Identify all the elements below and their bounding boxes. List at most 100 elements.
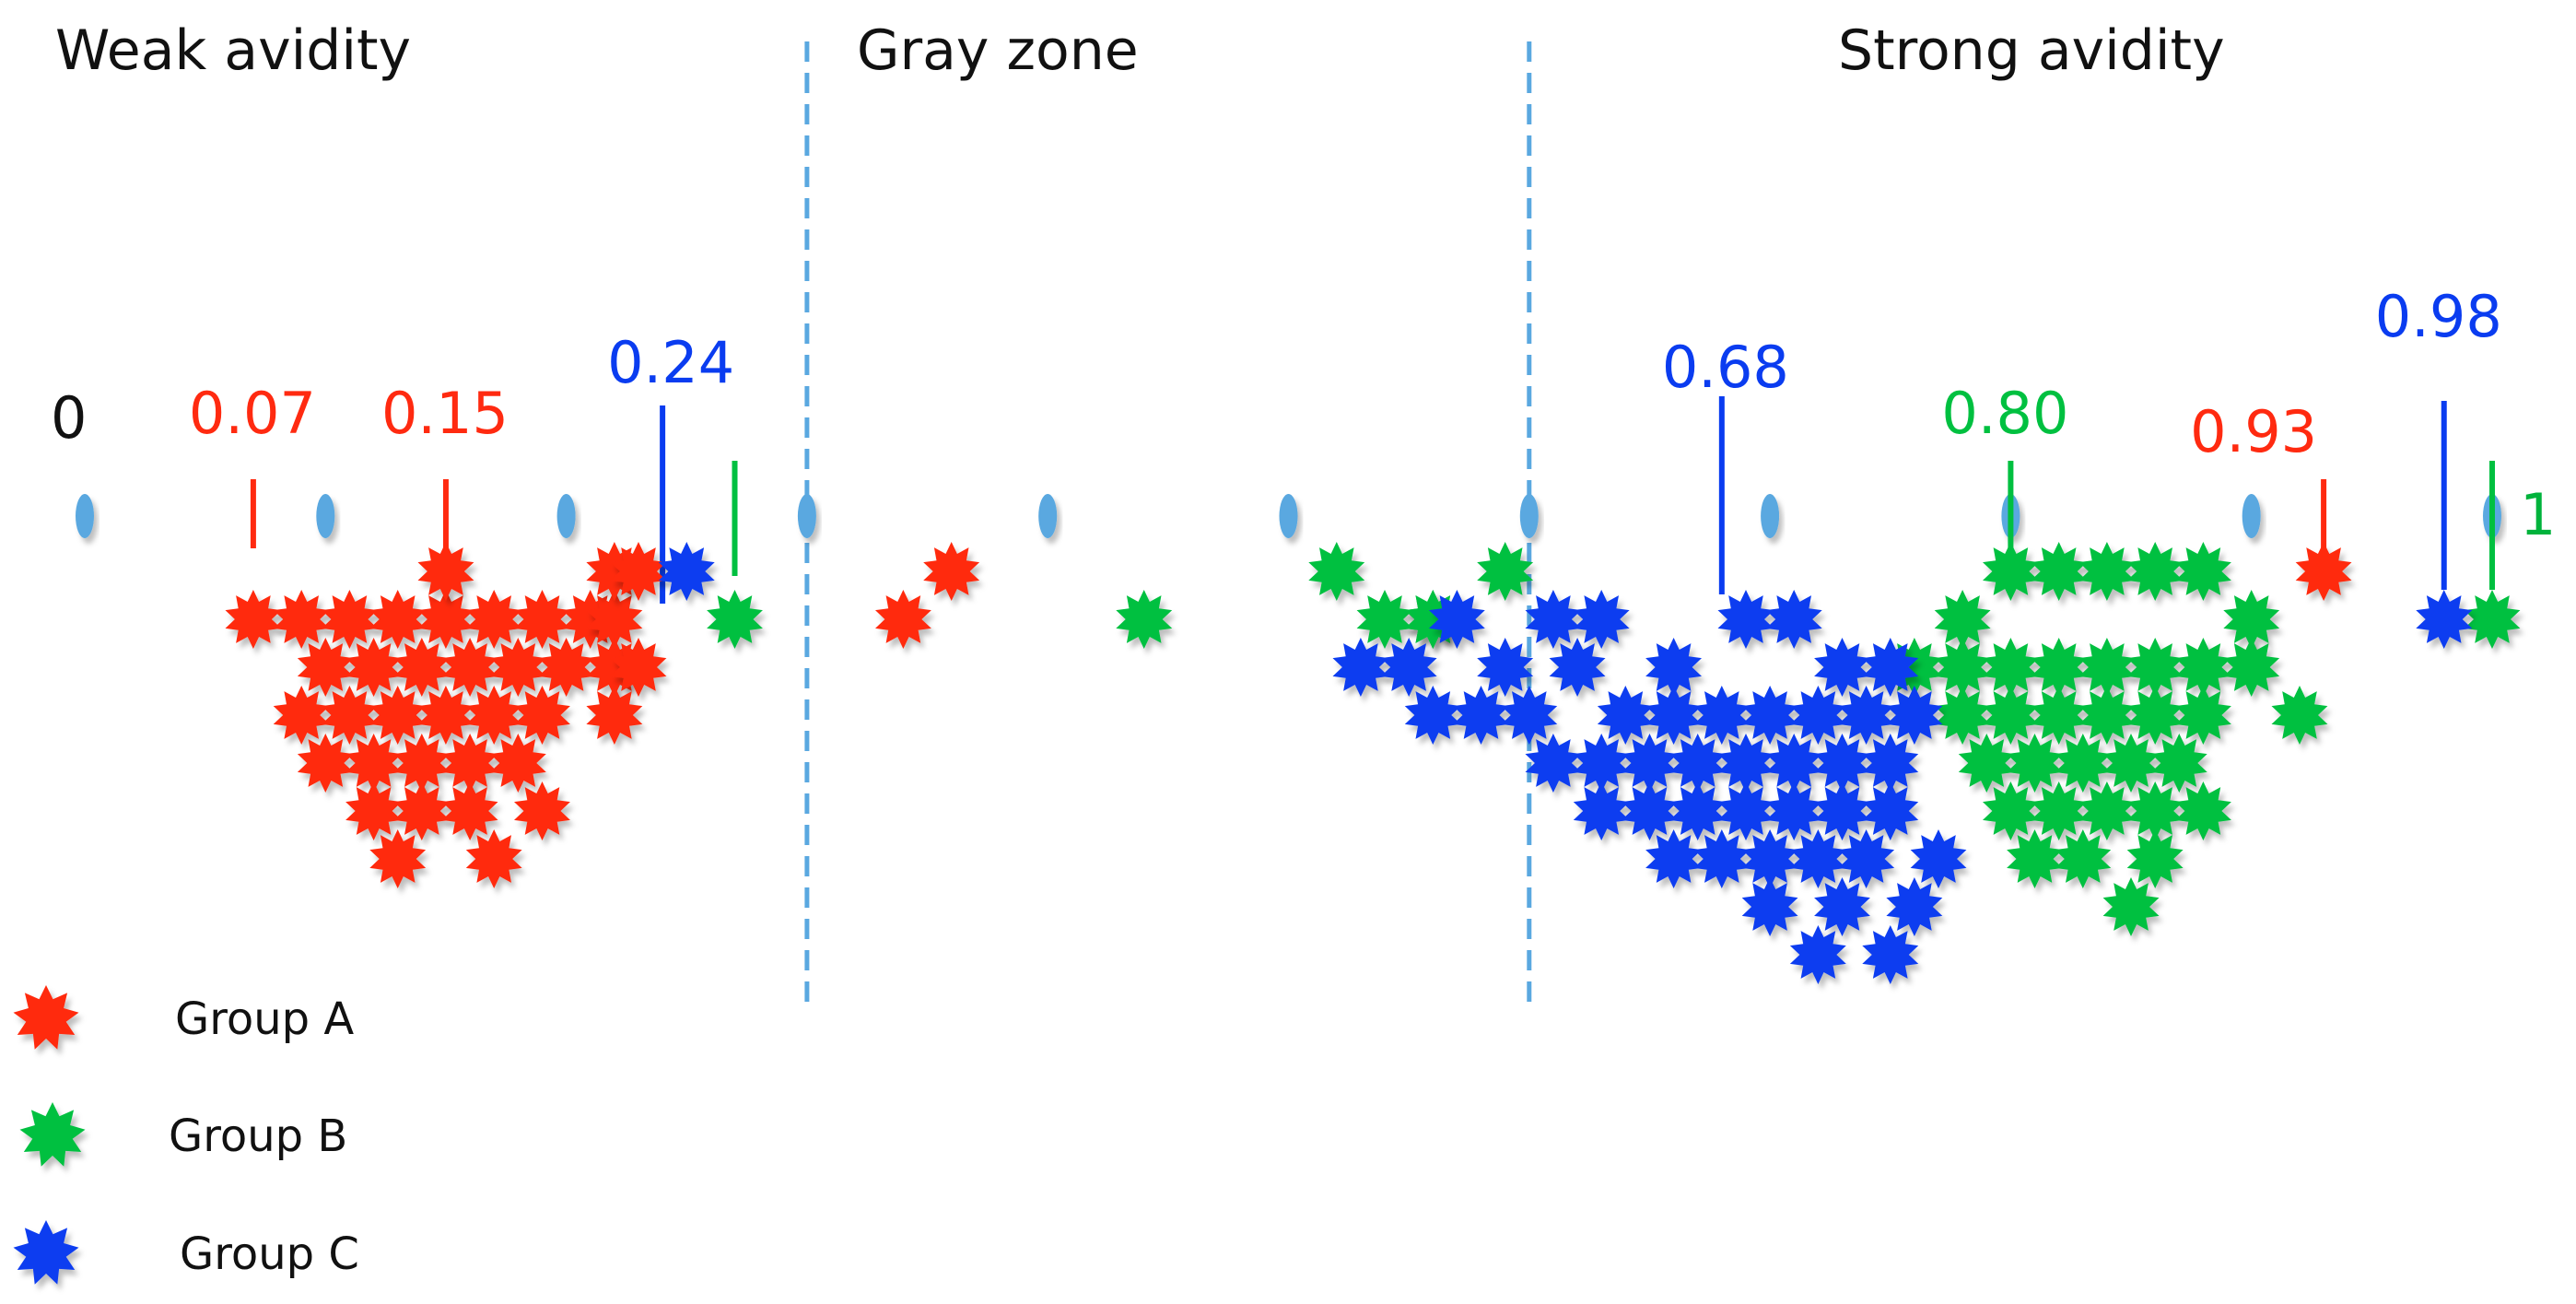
data-point xyxy=(1332,638,1389,697)
data-point xyxy=(1477,638,1534,697)
data-point xyxy=(1380,638,1437,697)
data-point xyxy=(297,734,354,793)
data-point xyxy=(1765,781,1822,840)
data-point xyxy=(1645,686,1702,745)
axis-end-label: 0 xyxy=(51,384,87,452)
zone-label: Weak avidity xyxy=(55,18,411,83)
data-point xyxy=(369,686,427,745)
data-point xyxy=(2102,877,2160,936)
data-point xyxy=(1356,590,1413,649)
data-point xyxy=(2078,686,2136,745)
marker-label: 0.15 xyxy=(381,380,509,447)
data-point xyxy=(1838,829,1895,888)
data-point xyxy=(1983,542,2039,601)
data-point xyxy=(1501,686,1558,745)
data-point xyxy=(1862,925,1919,984)
legend-label: Group C xyxy=(180,1228,359,1280)
data-point xyxy=(273,686,330,745)
data-point xyxy=(369,590,427,649)
data-point xyxy=(1789,829,1846,888)
data-point xyxy=(441,781,498,840)
data-point xyxy=(1886,877,1943,936)
data-point xyxy=(2031,686,2088,745)
data-point xyxy=(2078,542,2136,601)
data-point xyxy=(1862,781,1919,840)
marker-label: 0.07 xyxy=(189,380,316,447)
data-point xyxy=(1116,590,1173,649)
data-point xyxy=(514,686,570,745)
axis-tick xyxy=(316,494,335,538)
data-point xyxy=(2102,734,2160,793)
data-point xyxy=(2416,590,2473,649)
data-point xyxy=(1525,734,1582,793)
data-point xyxy=(2126,542,2184,601)
data-point xyxy=(1741,877,1798,936)
marker-label: 0.80 xyxy=(1941,380,2068,447)
axis-tick xyxy=(556,494,576,538)
data-point xyxy=(1573,781,1630,840)
data-point xyxy=(2126,686,2184,745)
legend-star-icon xyxy=(13,985,79,1050)
axis-tick xyxy=(1761,494,1780,538)
data-point xyxy=(1669,781,1727,840)
data-point xyxy=(2007,829,2063,888)
data-point xyxy=(1814,638,1870,697)
data-point xyxy=(1717,781,1774,840)
data-point xyxy=(658,542,715,601)
axis-tick xyxy=(1279,494,1298,538)
data-point xyxy=(1910,829,1967,888)
data-point xyxy=(2078,781,2136,840)
data-point xyxy=(489,734,546,793)
axis-end-label: 1 xyxy=(2520,481,2556,548)
axis-tick xyxy=(76,494,94,538)
data-point xyxy=(2055,734,2112,793)
legend-star-icon xyxy=(19,1102,86,1167)
data-point xyxy=(2126,829,2184,888)
data-point xyxy=(369,829,427,888)
data-point xyxy=(1814,877,1870,936)
data-point xyxy=(1934,686,1991,745)
data-point xyxy=(1645,829,1702,888)
data-point xyxy=(2295,542,2352,601)
data-point xyxy=(1525,590,1582,649)
data-point xyxy=(586,686,643,745)
data-point xyxy=(1477,542,1534,601)
marker-label: 0.24 xyxy=(607,329,734,396)
data-point xyxy=(465,590,522,649)
axis-tick xyxy=(1519,494,1539,538)
data-point xyxy=(441,638,498,697)
axis-tick xyxy=(2242,494,2261,538)
axis-tick xyxy=(1038,494,1058,538)
data-point xyxy=(1958,734,2015,793)
data-point xyxy=(489,638,546,697)
data-point xyxy=(1983,781,2039,840)
data-point xyxy=(1765,590,1822,649)
data-point xyxy=(1597,686,1654,745)
data-point xyxy=(1814,781,1870,840)
data-point xyxy=(1622,781,1678,840)
data-point xyxy=(1573,590,1630,649)
data-point xyxy=(1789,686,1846,745)
data-point xyxy=(1693,686,1751,745)
data-point xyxy=(1838,686,1895,745)
legend-star-icon xyxy=(13,1220,79,1285)
data-point xyxy=(707,590,763,649)
data-point xyxy=(393,638,451,697)
data-point xyxy=(2031,542,2088,601)
zone-label: Strong avidity xyxy=(1838,18,2225,83)
data-point xyxy=(2175,686,2231,745)
data-point xyxy=(322,686,378,745)
marker-label: 0.93 xyxy=(2190,398,2317,465)
data-point xyxy=(225,590,282,649)
data-point xyxy=(1453,686,1509,745)
data-point xyxy=(2175,781,2231,840)
marker-label: 0.68 xyxy=(1662,334,1789,401)
data-point xyxy=(1308,542,1365,601)
data-point xyxy=(2031,781,2088,840)
data-point xyxy=(923,542,980,601)
data-point xyxy=(393,781,451,840)
data-point xyxy=(1549,638,1606,697)
data-point xyxy=(417,542,474,601)
data-point xyxy=(2175,542,2231,601)
data-point xyxy=(514,781,570,840)
